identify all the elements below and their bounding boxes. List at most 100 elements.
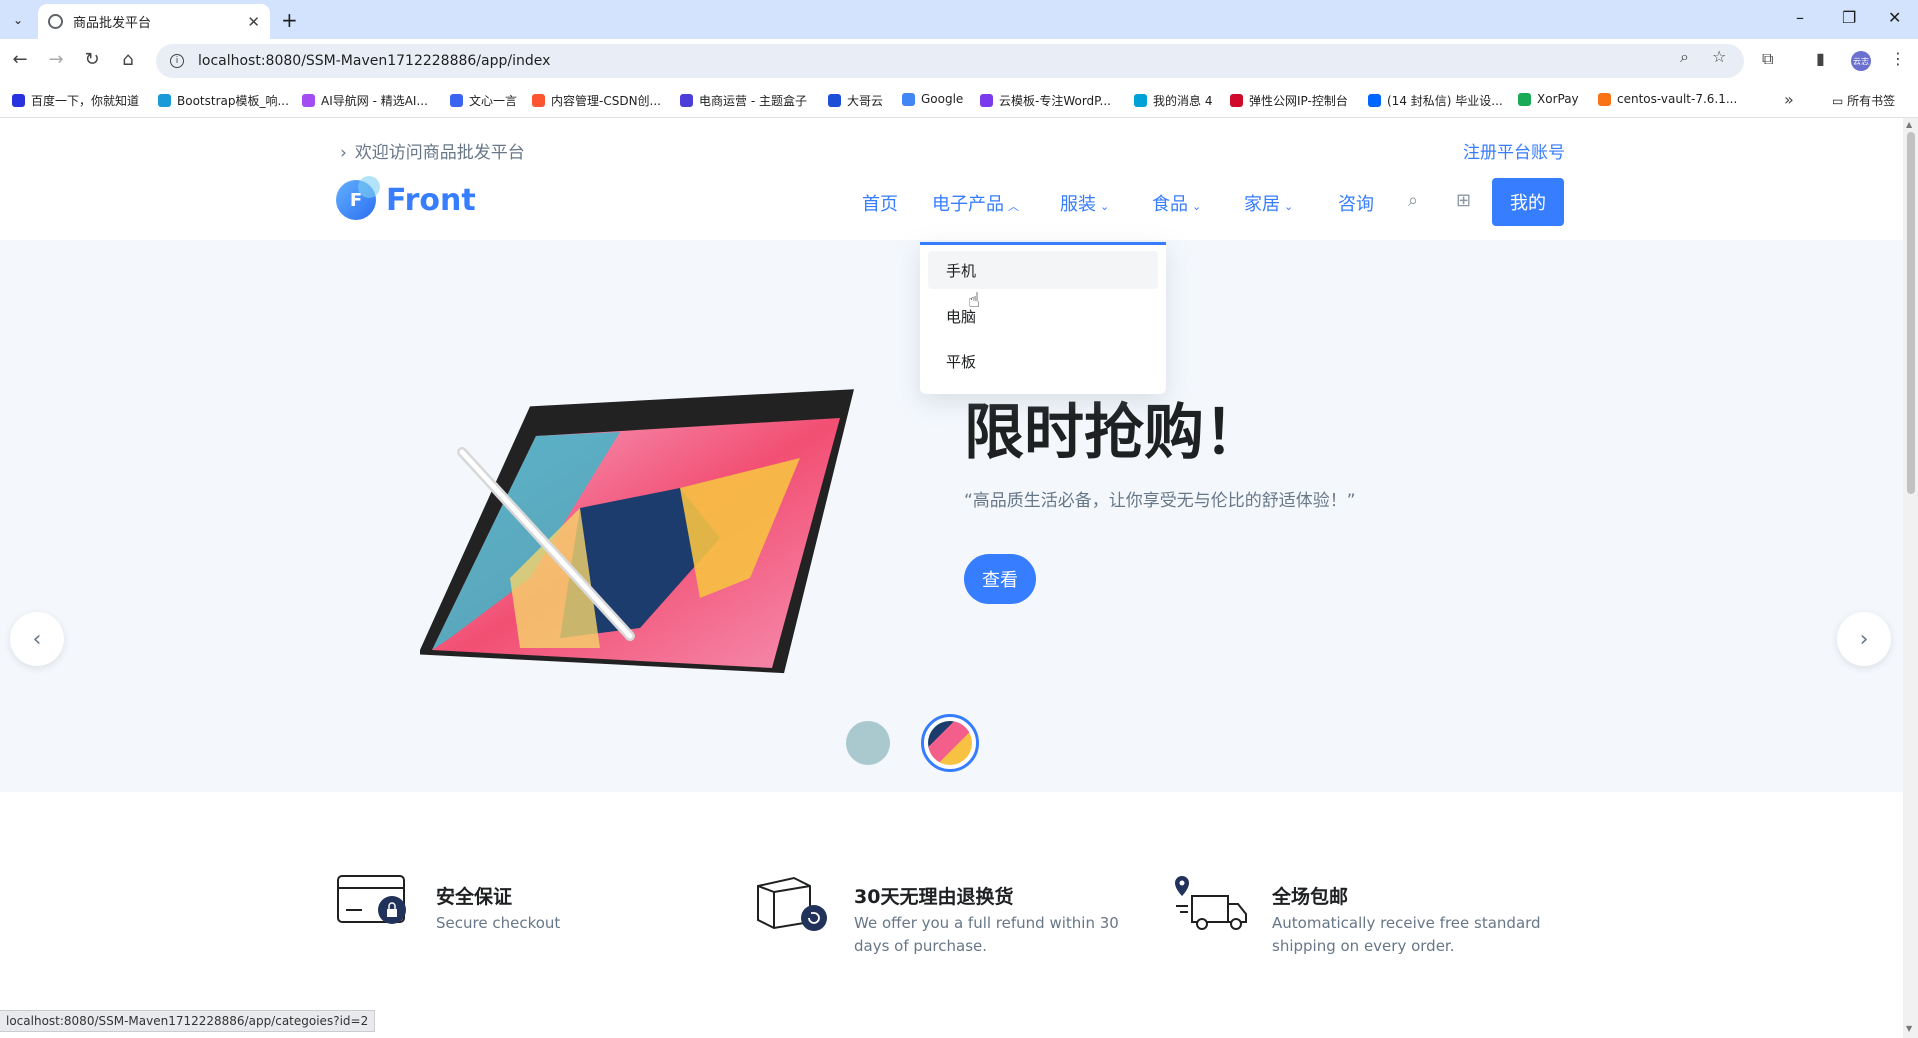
tab-bar: ⌄ 商品批发平台 ✕ + – ❐ ✕ — [0, 0, 1918, 39]
bookmark-item[interactable]: 云模板-专注WordP... — [980, 92, 1111, 109]
bookmark-favicon-icon — [302, 94, 315, 107]
carousel-prev-button[interactable]: ‹ — [10, 612, 64, 666]
carousel-thumb-1[interactable] — [846, 721, 890, 765]
dropdown-item-tablet[interactable]: 平板 — [928, 342, 1158, 380]
bookmark-favicon-icon — [902, 92, 915, 106]
chevron-down-icon: ⌄ — [1284, 200, 1294, 213]
more-bookmarks-icon[interactable]: » — [1784, 90, 1794, 109]
bookmark-label: (14 封私信) 毕业设... — [1387, 94, 1503, 108]
hero-quote: “高品质生活必备，让你享受无与伦比的舒适体验！” — [964, 491, 1356, 511]
scrollbar-thumb[interactable] — [1907, 132, 1915, 494]
nav-food[interactable]: 食品 ⌄ — [1152, 190, 1201, 216]
profile-avatar[interactable]: 云志 — [1851, 51, 1871, 71]
bookmark-label: 我的消息 4 — [1153, 94, 1213, 108]
bookmark-item[interactable]: Bootstrap模板_响... — [158, 92, 289, 109]
nav-clothing[interactable]: 服装 ⌄ — [1060, 190, 1109, 216]
bookmark-item[interactable]: 内容管理-CSDN创... — [532, 92, 661, 109]
scroll-up-icon[interactable]: ▲ — [1906, 120, 1912, 129]
bookmark-label: 文心一言 — [469, 94, 518, 108]
new-tab-button[interactable]: + — [281, 8, 298, 32]
bookmark-favicon-icon — [980, 94, 993, 107]
nav-home-goods[interactable]: 家居 ⌄ — [1244, 190, 1293, 216]
my-account-button[interactable]: 我的 — [1492, 178, 1564, 226]
carousel-thumb-2[interactable] — [921, 714, 979, 772]
all-bookmarks-label: 所有书签 — [1847, 94, 1896, 108]
page-scrollbar[interactable]: ▲ ▼ — [1903, 118, 1918, 1038]
bookmark-favicon-icon — [828, 94, 841, 107]
address-bar[interactable]: i localhost:8080/SSM-Maven1712228886/app… — [156, 44, 1744, 78]
web-page: › 欢迎访问商品批发平台 注册平台账号 F Front 首页 电子产品 ︿ 服装 ⌄ … — [0, 118, 1903, 1038]
nav-food-label: 食品 — [1152, 194, 1188, 215]
bookmark-label: 云模板-专注WordP... — [999, 94, 1111, 108]
nav-electronics[interactable]: 电子产品 ︿ — [932, 190, 1019, 216]
close-window-icon[interactable]: ✕ — [1888, 8, 1901, 27]
tab-title: 商品批发平台 — [73, 16, 152, 31]
bookmark-favicon-icon — [12, 94, 25, 107]
bookmark-label: 百度一下，你就知道 — [31, 94, 140, 108]
site-info-icon[interactable]: i — [170, 54, 184, 68]
bookmark-label: 弹性公网IP-控制台 — [1249, 94, 1348, 108]
bookmark-item[interactable]: (14 封私信) 毕业设... — [1368, 92, 1503, 109]
chevron-right-icon: › — [340, 143, 347, 163]
bookmark-label: 内容管理-CSDN创... — [551, 94, 661, 108]
reload-icon[interactable]: ↻ — [80, 49, 104, 70]
bookmark-item[interactable]: XorPay — [1518, 92, 1579, 106]
minimize-icon[interactable]: – — [1796, 8, 1804, 27]
bookmark-label: AI导航网 - 精选AI... — [321, 94, 428, 108]
nav-electronics-label: 电子产品 — [932, 194, 1004, 215]
scroll-down-icon[interactable]: ▼ — [1906, 1024, 1912, 1033]
dropdown-item-computer[interactable]: 电脑 — [928, 297, 1158, 335]
nav-consult[interactable]: 咨询 — [1338, 190, 1374, 216]
bookmark-label: Bootstrap模板_响... — [177, 94, 289, 108]
search-icon[interactable]: ⌕ — [1408, 190, 1418, 211]
hand-cursor-icon: ☝ — [968, 288, 981, 312]
feature-title: 安全保证 — [436, 886, 513, 908]
forward-icon[interactable]: → — [44, 49, 68, 70]
bookmark-item[interactable]: 百度一下，你就知道 — [12, 92, 139, 109]
bookmark-item[interactable]: 弹性公网IP-控制台 — [1230, 92, 1348, 109]
globe-icon — [48, 14, 63, 29]
basket-icon[interactable]: ⊞ — [1456, 190, 1471, 211]
hero-view-button[interactable]: 查看 — [964, 554, 1036, 604]
bookmark-item[interactable]: 我的消息 4 — [1134, 92, 1212, 109]
logo-mark: F — [336, 176, 380, 220]
carousel-next-button[interactable]: › — [1837, 612, 1891, 666]
browser-toolbar: ← → ↻ ⌂ i localhost:8080/SSM-Maven171222… — [0, 39, 1918, 83]
restore-icon[interactable]: ❐ — [1842, 8, 1856, 27]
nav-home[interactable]: 首页 — [862, 190, 898, 216]
logo[interactable]: F Front — [336, 176, 476, 220]
bookmark-favicon-icon — [1518, 92, 1531, 106]
feature-title: 全场包邮 — [1272, 886, 1349, 908]
chevron-down-icon: ⌄ — [1100, 200, 1110, 213]
bookmark-item[interactable]: Google — [902, 92, 963, 106]
bookmark-star-icon[interactable]: ☆ — [1712, 47, 1726, 66]
truck-icon — [1175, 876, 1247, 930]
bookmark-favicon-icon — [450, 94, 463, 107]
menu-icon[interactable]: ⋮ — [1890, 49, 1906, 68]
welcome-text[interactable]: › 欢迎访问商品批发平台 — [340, 138, 525, 163]
extensions-icon[interactable]: ⧉ — [1762, 49, 1773, 69]
bookmark-favicon-icon — [1598, 92, 1611, 106]
bookmark-favicon-icon — [680, 94, 693, 107]
back-icon[interactable]: ← — [8, 49, 32, 70]
home-icon[interactable]: ⌂ — [116, 49, 140, 70]
bookmark-item[interactable]: 文心一言 — [450, 92, 517, 109]
dropdown-item-phone[interactable]: 手机 — [928, 251, 1158, 289]
register-link[interactable]: 注册平台账号 — [1463, 138, 1565, 163]
bookmark-item[interactable]: AI导航网 - 精选AI... — [302, 92, 428, 109]
bookmark-item[interactable]: 大哥云 — [828, 92, 883, 109]
bookmark-item[interactable]: centos-vault-7.6.1... — [1598, 92, 1737, 106]
bookmark-favicon-icon — [1134, 94, 1147, 107]
nav-clothing-label: 服装 — [1060, 194, 1096, 215]
zoom-icon[interactable]: ⌕ — [1680, 47, 1689, 67]
browser-tab[interactable]: 商品批发平台 ✕ — [38, 4, 270, 39]
side-panel-icon[interactable]: ▮ — [1816, 49, 1825, 68]
all-bookmarks-folder[interactable]: ▭ 所有书签 — [1832, 92, 1895, 109]
carousel-thumb-2-image — [928, 721, 972, 765]
bookmark-label: centos-vault-7.6.1... — [1617, 92, 1738, 106]
bookmark-favicon-icon — [1230, 94, 1243, 107]
bookmark-item[interactable]: 电商运营 - 主题盒子 — [680, 92, 807, 109]
close-tab-icon[interactable]: ✕ — [247, 13, 260, 31]
chevron-down-icon: ⌄ — [1192, 200, 1202, 213]
tab-search-dropdown[interactable]: ⌄ — [8, 10, 28, 30]
